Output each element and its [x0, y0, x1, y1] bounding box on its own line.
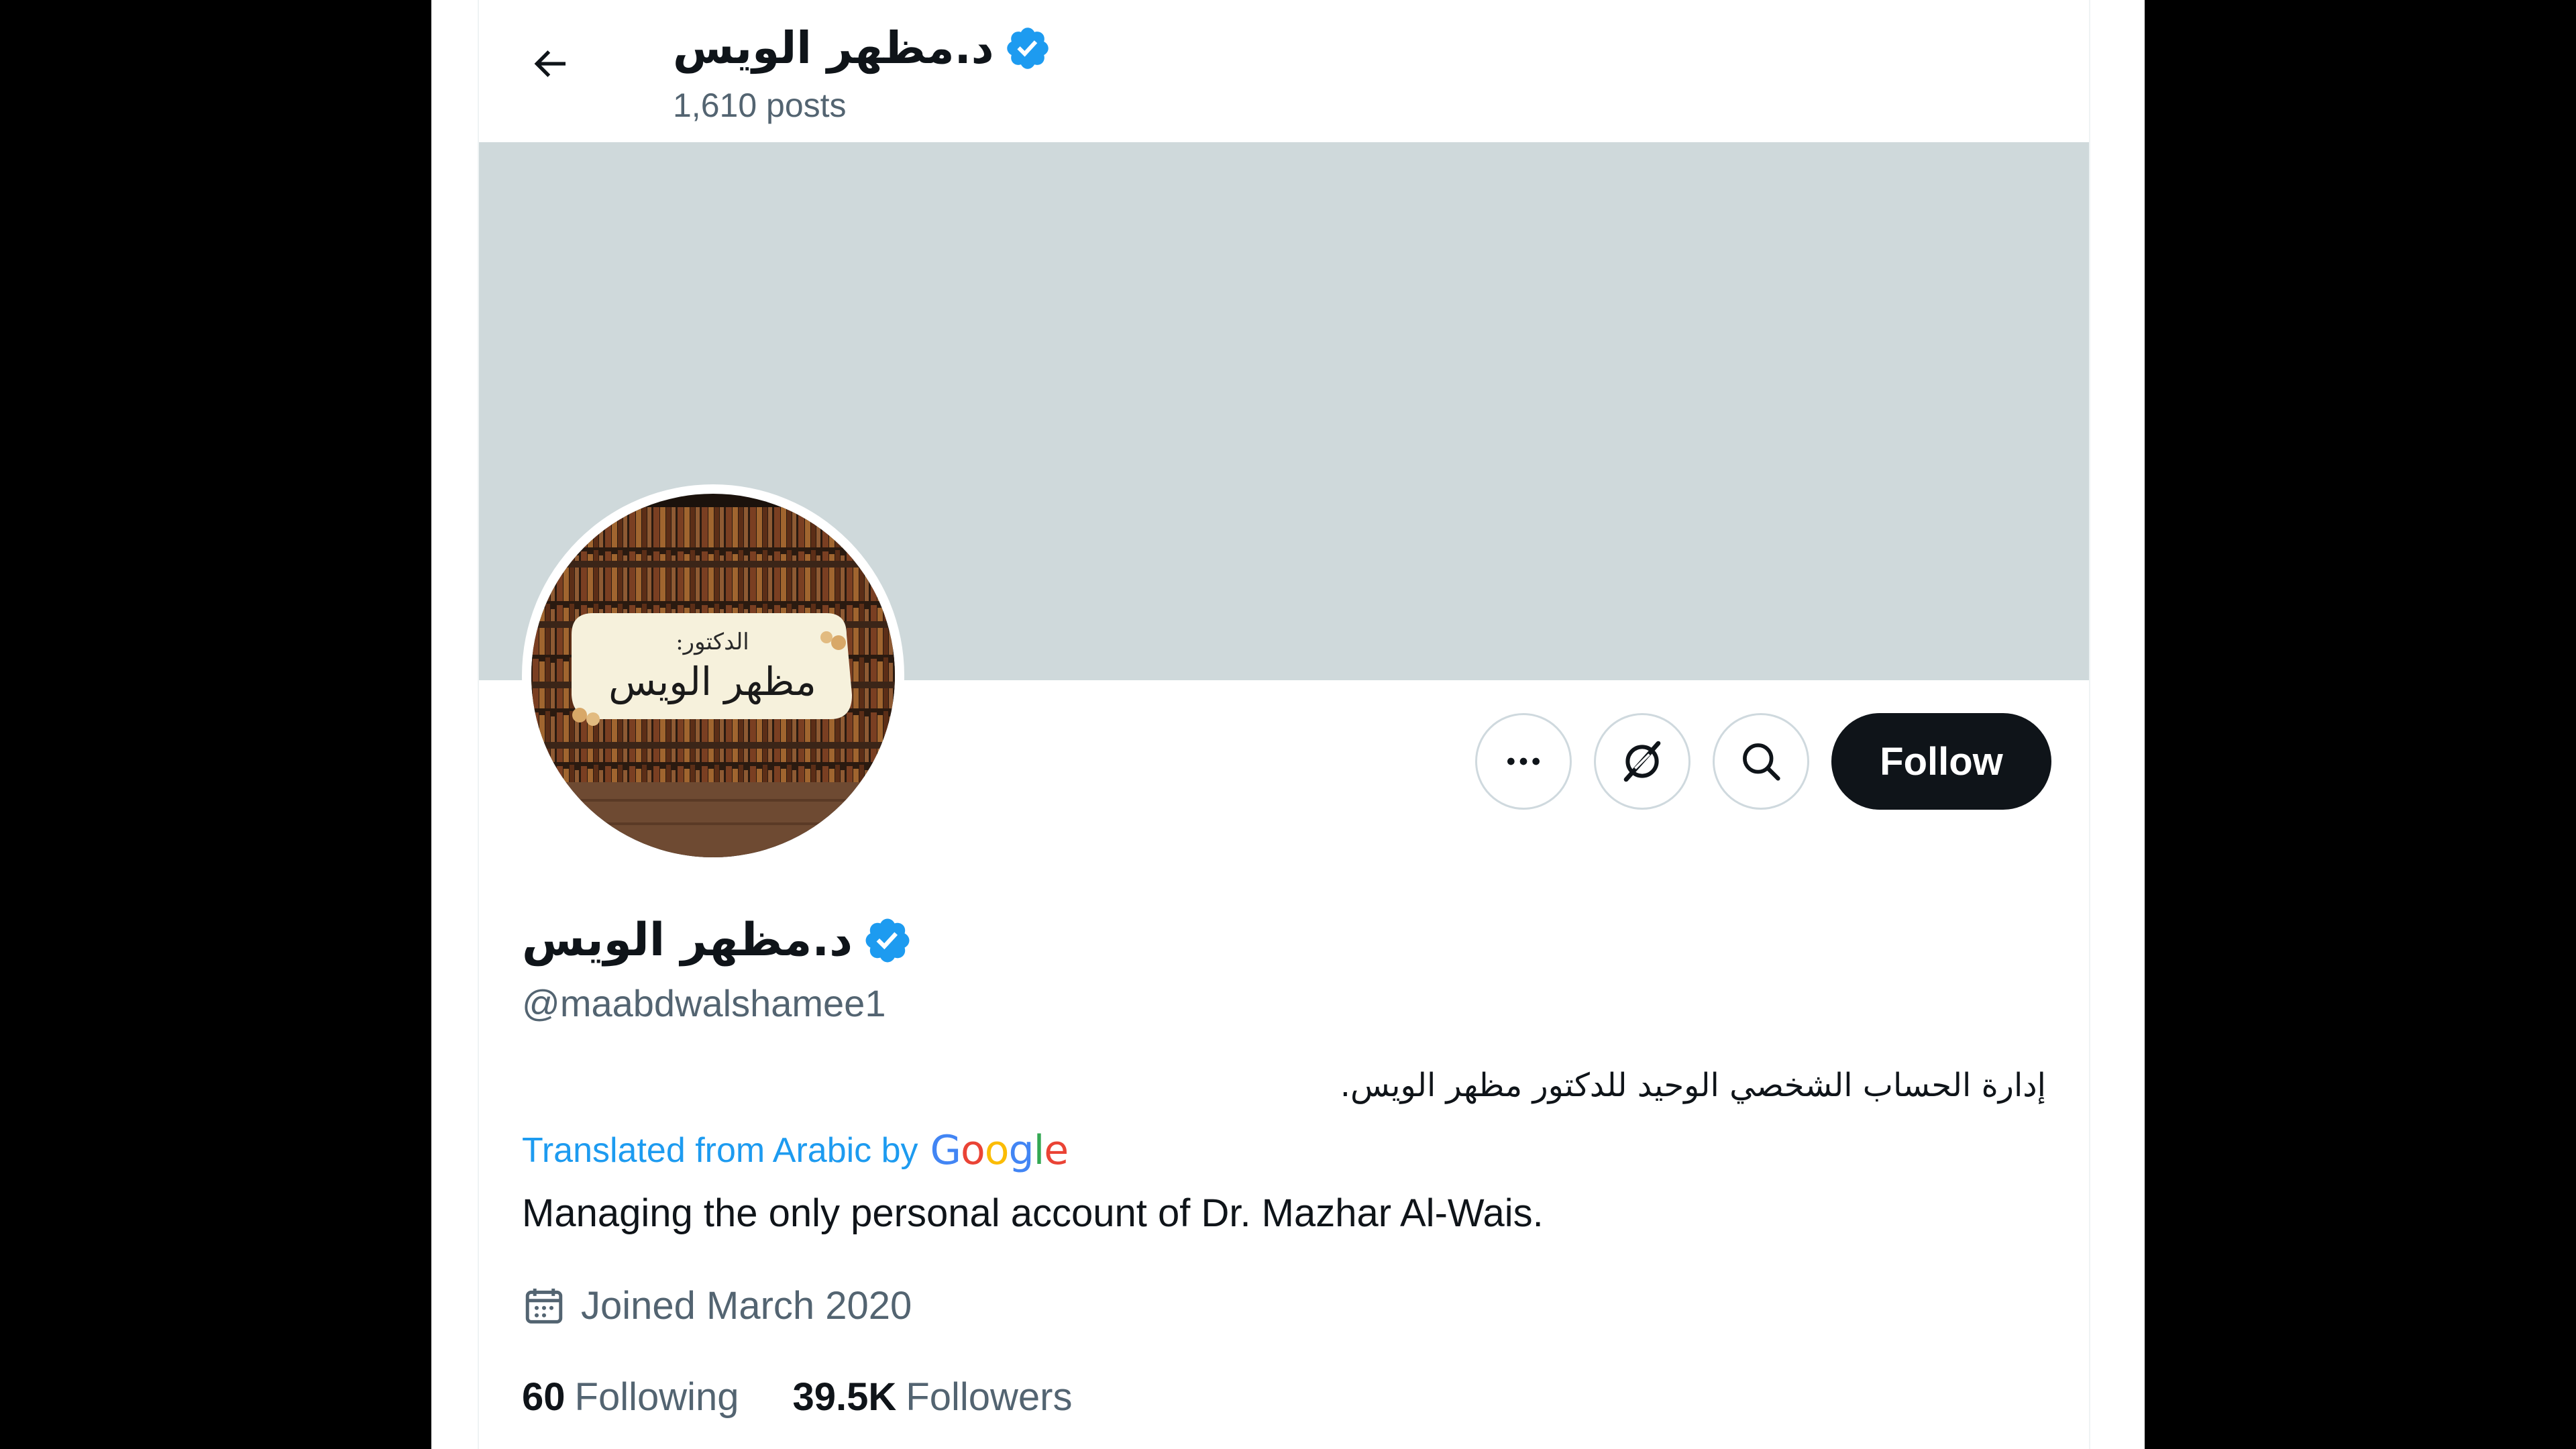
bio-original: إدارة الحساب الشخصي الوحيد للدكتور مظهر … — [1340, 1067, 2046, 1104]
translation-attribution[interactable]: Translated from Arabic by Google — [522, 1127, 1069, 1174]
grok-button[interactable] — [1594, 713, 1690, 810]
profile-column: د.مظهر الويس 1,610 posts الدكتور: مظهر ا… — [478, 0, 2090, 1449]
header-title-row: د.مظهر الويس — [673, 17, 1052, 79]
avatar-ring: الدكتور: مظهر الويس — [522, 484, 904, 867]
calendar-icon — [525, 1288, 563, 1324]
avatar-line1: الدكتور: — [676, 629, 749, 655]
header-post-count: 1,610 posts — [673, 87, 847, 124]
joined-date-row: Joined March 2020 — [522, 1281, 912, 1331]
arrow-left-icon — [534, 50, 566, 77]
following-link[interactable]: 60 Following — [522, 1375, 739, 1419]
profile-display-name: د.مظهر الويس — [522, 914, 853, 967]
more-options-button[interactable] — [1475, 713, 1572, 810]
follow-stats: 60 Following 39.5K Followers — [522, 1373, 1072, 1421]
bio-translated: Managing the only personal account of Dr… — [522, 1191, 1544, 1235]
followers-count: 39.5K — [792, 1375, 897, 1419]
header-display-name: د.مظهر الويس — [673, 22, 994, 74]
joined-date: Joined March 2020 — [581, 1284, 912, 1328]
following-label: Following — [574, 1375, 739, 1419]
more-dots-icon — [1507, 757, 1540, 765]
search-icon — [1743, 743, 1780, 781]
back-button[interactable] — [521, 35, 578, 93]
page: د.مظهر الويس 1,610 posts الدكتور: مظهر ا… — [431, 0, 2145, 1449]
verified-badge-icon[interactable] — [862, 915, 913, 966]
search-profile-button[interactable] — [1713, 713, 1809, 810]
avatar-image: الدكتور: مظهر الويس — [531, 494, 895, 857]
following-count: 60 — [522, 1375, 566, 1419]
avatar[interactable]: الدكتور: مظهر الويس — [531, 494, 895, 857]
translated-label: Translated from Arabic by — [522, 1131, 918, 1170]
avatar-line2: مظهر الويس — [608, 659, 816, 705]
profile-handle: @maabdwalshamee1 — [522, 982, 886, 1024]
google-logo: Google — [930, 1127, 1069, 1174]
followers-link[interactable]: 39.5K Followers — [793, 1375, 1073, 1419]
profile-name-row: د.مظهر الويس — [522, 908, 913, 973]
verified-badge-icon — [1006, 28, 1049, 69]
followers-label: Followers — [906, 1375, 1073, 1419]
grok-icon — [1623, 741, 1661, 782]
follow-button[interactable]: Follow — [1831, 713, 2051, 810]
